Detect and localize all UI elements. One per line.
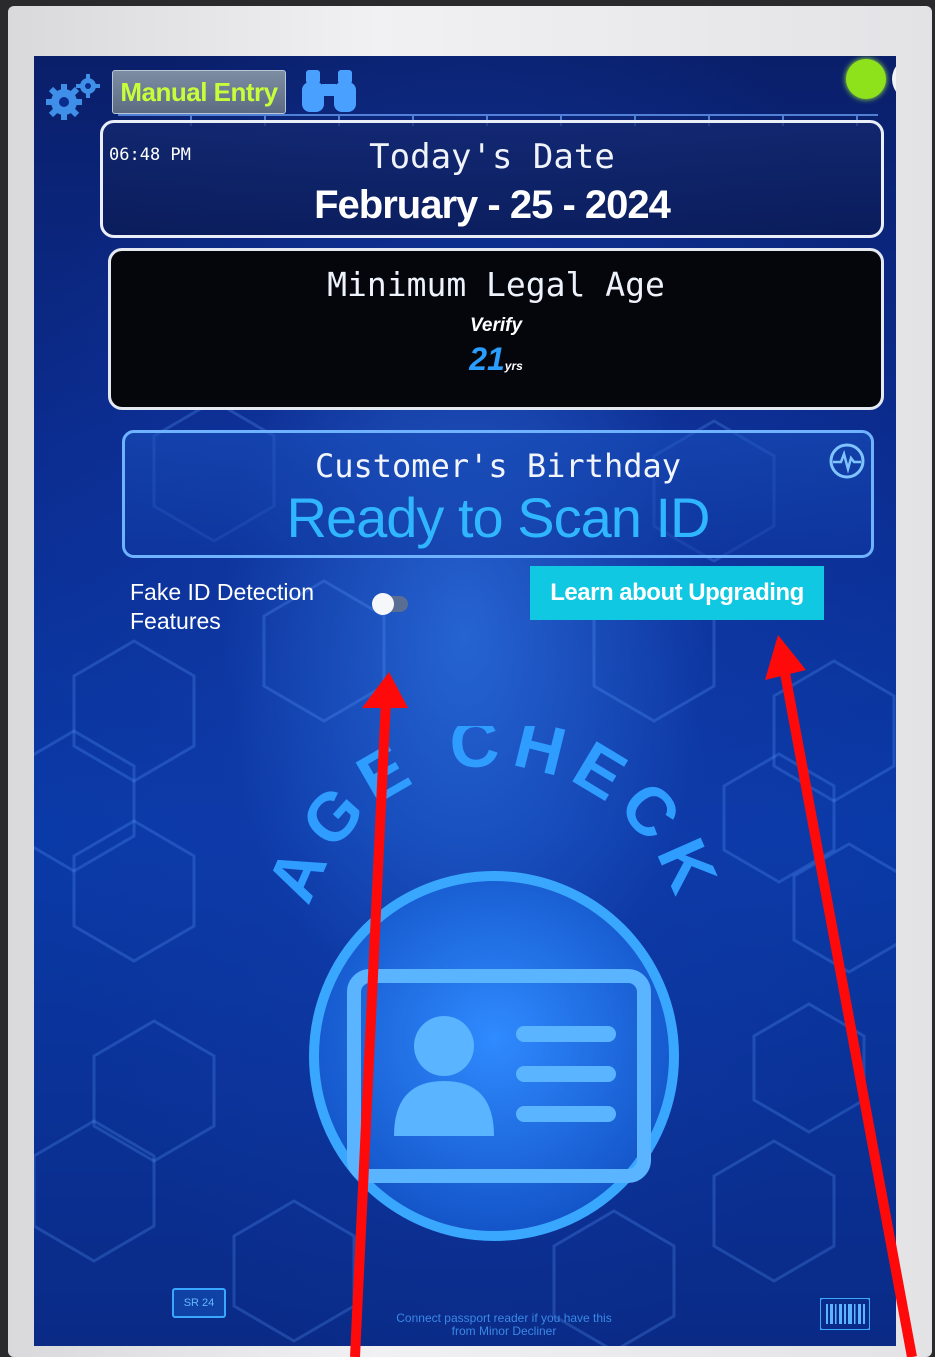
date-panel: 06:48 PM Today's Date February - 25 - 20…: [100, 120, 884, 238]
customer-birthday-panel: Customer's Birthday Ready to Scan ID: [122, 430, 874, 558]
minimum-age-panel: Minimum Legal Age Verify 21yrs: [108, 248, 884, 410]
connect-passport-note: Connect passport reader if you have this…: [354, 1312, 654, 1338]
kiosk-screen: Manual Entry 06:48 PM Today's Date Febru…: [34, 56, 896, 1346]
scan-status: Ready to Scan ID: [286, 486, 711, 549]
minimum-age-label: Minimum Legal Age: [327, 265, 665, 304]
barcode-icon[interactable]: [820, 1298, 870, 1330]
status-light-green: [846, 59, 886, 99]
binoculars-icon[interactable]: [300, 66, 358, 114]
date-value: February - 25 - 2024: [314, 183, 671, 227]
manual-entry-button[interactable]: Manual Entry: [112, 70, 286, 114]
gear-icon[interactable]: [44, 72, 102, 122]
fake-id-detection-label: Fake ID Detection Features: [130, 578, 314, 636]
pulse-icon[interactable]: [827, 441, 867, 481]
age-unit: yrs: [504, 359, 523, 373]
learn-about-upgrading-button[interactable]: Learn about Upgrading: [530, 566, 824, 620]
birthday-label: Customer's Birthday: [314, 447, 682, 485]
fake-id-label-line2: Features: [130, 608, 221, 634]
fake-id-label-line1: Fake ID Detection: [130, 579, 315, 605]
date-label: Today's Date: [369, 137, 615, 177]
sr-badge[interactable]: SR 24: [172, 1288, 226, 1318]
minimum-age-value: 21yrs: [111, 341, 881, 378]
toggle-knob: [372, 593, 394, 615]
verify-label: Verify: [469, 315, 523, 336]
age-number: 21: [469, 341, 505, 377]
age-check-logo: AGE CHECK: [252, 726, 726, 1241]
connect-note-line2: from Minor Decliner: [451, 1324, 557, 1338]
fake-id-detection-toggle[interactable]: [372, 593, 408, 615]
